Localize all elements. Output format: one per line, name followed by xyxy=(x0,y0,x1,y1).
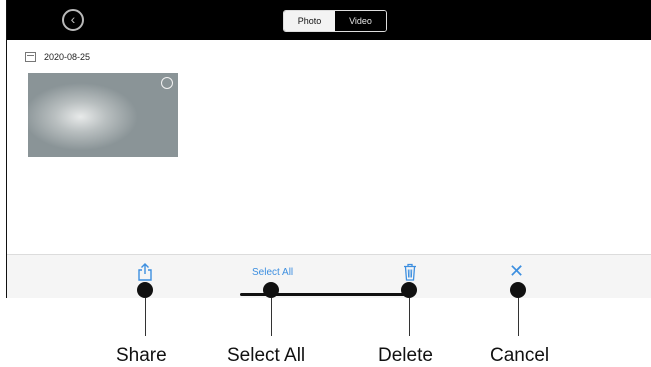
callout-label-cancel: Cancel xyxy=(490,345,550,366)
callout-line-cancel xyxy=(518,298,519,336)
app-screen: ‹ Photo Video 2020-08-25 Select All ✕ xyxy=(6,0,651,298)
bottom-toolbar: Select All ✕ xyxy=(7,254,651,298)
callout-label-share: Share xyxy=(116,345,167,366)
top-bar: ‹ Photo Video xyxy=(7,0,651,40)
callout-line-select-all xyxy=(271,298,272,336)
callout-line-share xyxy=(145,298,146,336)
tab-video[interactable]: Video xyxy=(335,11,386,31)
media-type-toggle: Photo Video xyxy=(283,10,387,32)
callout-line-delete xyxy=(409,298,410,336)
share-icon[interactable] xyxy=(137,263,153,281)
tab-photo[interactable]: Photo xyxy=(284,11,335,31)
calendar-icon xyxy=(25,52,36,62)
callout-dot-share xyxy=(137,282,153,298)
select-all-button[interactable]: Select All xyxy=(252,265,293,281)
back-button[interactable]: ‹ xyxy=(62,9,84,31)
close-icon[interactable]: ✕ xyxy=(509,262,524,280)
callout-dot-delete xyxy=(401,282,417,298)
callout-dot-cancel xyxy=(510,282,526,298)
callout-dot-select-all xyxy=(263,282,279,298)
trash-icon[interactable] xyxy=(403,263,417,281)
callout-label-select-all: Select All xyxy=(227,345,306,366)
date-header: 2020-08-25 xyxy=(25,50,90,64)
date-label: 2020-08-25 xyxy=(44,52,91,62)
back-circle-icon: ‹ xyxy=(70,11,76,27)
callout-label-delete: Delete xyxy=(378,345,433,366)
select-circle-icon[interactable] xyxy=(161,77,173,89)
photo-thumbnail[interactable] xyxy=(28,73,178,157)
